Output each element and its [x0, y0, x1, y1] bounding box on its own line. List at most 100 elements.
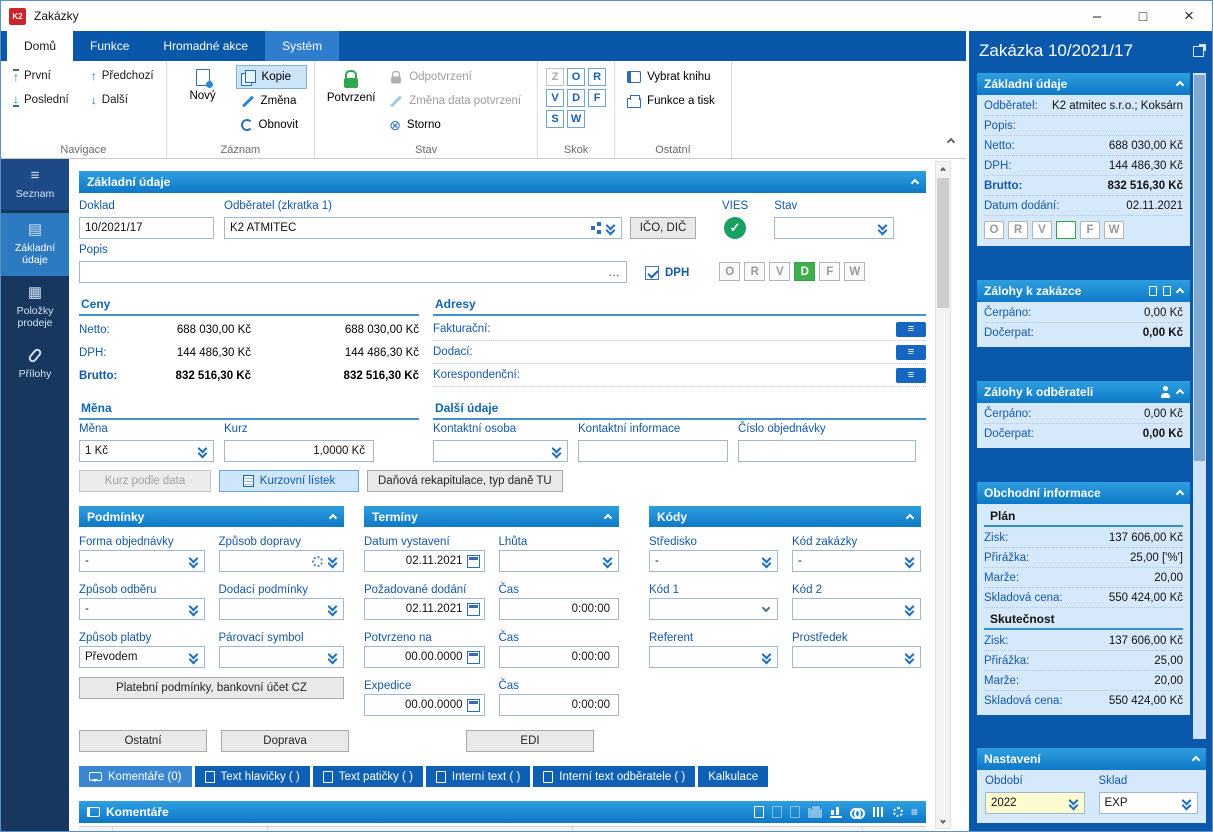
calendar-icon[interactable] [466, 698, 480, 712]
refresh-button[interactable]: Obnovit [237, 114, 307, 136]
kod-1-field[interactable] [649, 598, 778, 620]
collapse-section-button[interactable] [905, 510, 915, 524]
dropdown-icon[interactable] [1068, 796, 1080, 810]
next-button[interactable]: ↓ Další [87, 90, 158, 110]
document-icon[interactable] [1149, 286, 1157, 296]
sklad-field[interactable]: EXP [1098, 792, 1198, 814]
datum-vystaveni-field[interactable]: 02.11.2021 [364, 550, 485, 572]
new-comment-icon[interactable] [753, 806, 764, 818]
ribbon-tab-system[interactable]: Systém [265, 31, 340, 61]
delete-comment-icon[interactable] [789, 806, 800, 818]
barcode-icon[interactable] [872, 807, 885, 817]
mena-field[interactable]: 1 Kč [79, 440, 214, 462]
select-book-button[interactable]: Vybrat knihu [623, 66, 723, 88]
pozadovane-dodani-field[interactable]: 02.11.2021 [364, 598, 485, 620]
sidebar-item-seznam[interactable]: ≡ Seznam [1, 159, 69, 211]
collapse-section-button[interactable] [910, 175, 920, 189]
jump-s-button[interactable]: S [546, 110, 565, 128]
ellipsis-button[interactable] [606, 265, 622, 279]
edit-comment-icon[interactable] [771, 806, 782, 818]
dropdown-icon[interactable] [327, 602, 339, 616]
odberatel-field[interactable]: K2 ATMITEC [224, 217, 622, 239]
tab-text-paticky[interactable]: Text patičky ( ) [312, 766, 423, 787]
ostatni-button[interactable]: Ostatní [79, 730, 207, 752]
cas-potvrzeni-field[interactable]: 0:00:00 [498, 646, 619, 668]
person-icon[interactable] [1160, 386, 1171, 398]
close-button[interactable] [1166, 1, 1212, 31]
kontaktni-informace-field[interactable] [578, 440, 728, 462]
dropdown-icon[interactable] [602, 554, 614, 568]
panel-scrollbar[interactable] [1193, 73, 1206, 739]
ribbon-tab-funkce[interactable]: Funkce [73, 31, 146, 61]
expedice-field[interactable]: 00.00.0000 [364, 694, 485, 716]
jump-d-button[interactable]: D [567, 89, 586, 107]
calendar-icon[interactable] [466, 554, 480, 568]
lhuta-field[interactable] [498, 550, 619, 572]
jump-z-button[interactable]: Z [546, 68, 565, 86]
cislo-objednavky-field[interactable] [738, 440, 916, 462]
settings-gear-icon[interactable] [892, 807, 903, 817]
panel-scrollbar-thumb[interactable] [1194, 75, 1205, 462]
doklad-field[interactable]: 10/2021/17 [79, 217, 214, 239]
scroll-down-button[interactable] [936, 813, 950, 828]
tab-interni-text[interactable]: Interní text ( ) [425, 766, 531, 787]
dropdown-icon[interactable] [877, 221, 889, 235]
dropdown-icon[interactable] [551, 444, 563, 458]
ribbon-tab-hromadne-akce[interactable]: Hromadné akce [146, 31, 265, 61]
obdobi-field[interactable]: 2022 [985, 792, 1085, 814]
dropdown-icon[interactable] [327, 554, 339, 568]
first-button[interactable]: ↑ První [9, 66, 73, 86]
ico-dic-button[interactable]: IČO, DIČ [630, 217, 696, 239]
platebni-podminky-button[interactable]: Platební podmínky, bankovní účet CZ [79, 677, 344, 699]
functions-print-button[interactable]: Funkce a tisk [623, 90, 723, 112]
collapse-section-button[interactable] [603, 510, 613, 524]
column-nazev[interactable]: Název [268, 827, 573, 831]
kontaktni-osoba-field[interactable] [433, 440, 568, 462]
sidebar-item-polozky-prodeje[interactable]: ▦ Položky prodeje [1, 276, 69, 339]
edi-button[interactable]: EDI [466, 730, 594, 752]
print-icon[interactable] [807, 805, 822, 818]
dodaci-podminky-field[interactable] [218, 598, 344, 620]
kod-zakazky-field[interactable]: - [792, 550, 921, 572]
ribbon-tab-domu[interactable]: Domů [7, 31, 74, 61]
new-button[interactable]: Nový [175, 66, 231, 136]
jump-r-button[interactable]: R [588, 68, 607, 86]
search-binoculars-icon[interactable] [849, 808, 865, 819]
chart-icon[interactable] [829, 806, 842, 818]
collapse-section-button[interactable] [1191, 752, 1201, 766]
dropdown-icon[interactable] [197, 444, 209, 458]
tab-interni-text-odberatele[interactable]: Interní text odběratele ( ) [533, 766, 696, 787]
address-menu-button[interactable] [896, 367, 926, 383]
collapse-section-button[interactable] [1175, 486, 1185, 500]
stredisko-field[interactable]: - [649, 550, 778, 572]
dropdown-icon[interactable] [761, 554, 773, 568]
dropdown-icon[interactable] [327, 650, 339, 664]
document-icon[interactable] [1163, 286, 1171, 296]
dropdown-icon[interactable] [904, 650, 916, 664]
address-menu-button[interactable] [896, 344, 926, 360]
zpusob-platby-field[interactable]: Převodem [79, 646, 205, 668]
danova-rekapitulace-button[interactable]: Daňová rekapitulace, typ daně TU [367, 470, 563, 492]
vertical-scrollbar[interactable] [935, 161, 951, 829]
jump-f-button[interactable]: F [588, 89, 607, 107]
tab-komentare[interactable]: Komentáře (0) [79, 766, 192, 787]
dph-checkbox[interactable] [645, 266, 659, 280]
potvrzeno-na-field[interactable]: 00.00.0000 [364, 646, 485, 668]
tab-kalkulace[interactable]: Kalkulace [698, 766, 769, 787]
copy-button[interactable]: Kopie [235, 65, 308, 89]
jump-o-button[interactable]: O [567, 68, 586, 86]
popis-field[interactable] [79, 261, 627, 283]
column-typ[interactable]: Typ [113, 827, 268, 831]
calendar-icon[interactable] [466, 650, 480, 664]
tab-text-hlavicky[interactable]: Text hlavičky ( ) [194, 766, 310, 787]
dropdown-icon[interactable] [904, 602, 916, 616]
sidebar-item-prilohy[interactable]: Přílohy [1, 339, 69, 390]
kurz-field[interactable]: 1,0000 Kč [224, 440, 374, 462]
jump-v-button[interactable]: V [546, 89, 565, 107]
previous-button[interactable]: ↑ Předchozí [87, 66, 158, 86]
menu-icon[interactable]: ≡ [911, 806, 918, 818]
referent-field[interactable] [649, 646, 778, 668]
last-button[interactable]: ↓ Poslední [9, 90, 73, 110]
forma-objednavky-field[interactable]: - [79, 550, 205, 572]
confirm-button[interactable]: Potvrzení [323, 66, 379, 136]
